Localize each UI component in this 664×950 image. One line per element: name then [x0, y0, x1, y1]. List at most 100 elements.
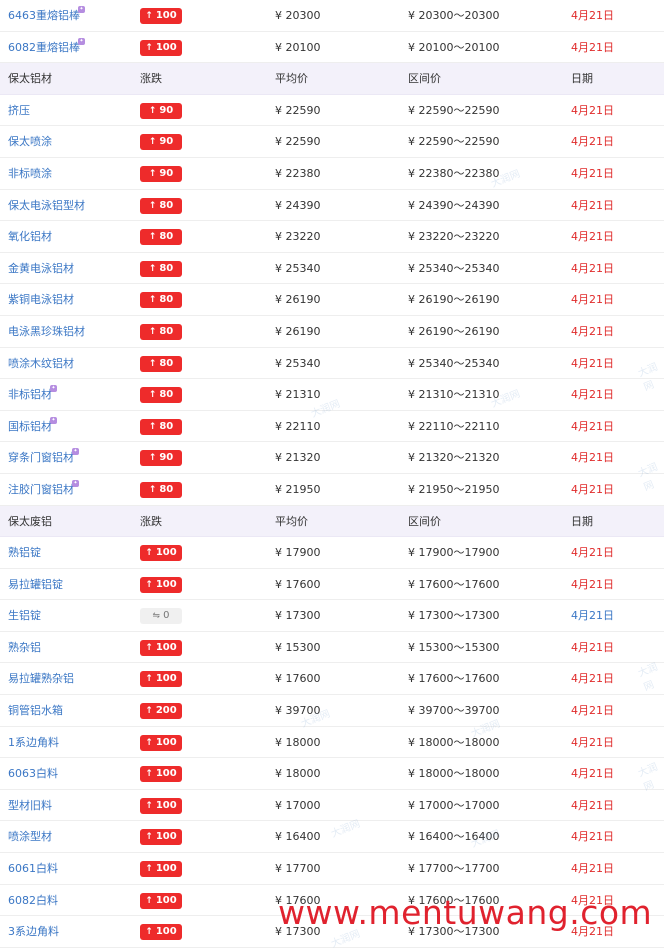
average-price: ¥ 17600: [275, 577, 321, 591]
product-name-link[interactable]: 6463重熔铝棒: [8, 9, 80, 22]
arrow-up-icon: ↑: [145, 832, 153, 843]
table-row: 金黄电泳铝材 ↑ 80 ¥ 25340 ¥ 25340～25340 4月21日: [0, 252, 664, 285]
price-date: 4月21日: [571, 546, 614, 560]
price-date: 4月21日: [571, 40, 614, 54]
average-price: ¥ 21320: [275, 451, 321, 465]
table-row: 6463重熔铝棒✦ ↑ 100 ¥ 20300 ¥ 20300～20300 4月21日: [0, 0, 664, 32]
product-name-link[interactable]: 3系边角料: [8, 925, 59, 938]
product-name-cell[interactable]: 6061白料: [8, 853, 136, 884]
price-change-value: 100: [155, 578, 177, 590]
price-change-badge: ↑ 90: [140, 134, 182, 151]
product-name-cell[interactable]: 保太喷涂: [8, 126, 136, 157]
product-name-cell[interactable]: 非标喷涂: [8, 158, 136, 189]
average-price: ¥ 25340: [275, 261, 321, 275]
product-name-link[interactable]: 氧化铝材: [8, 230, 52, 243]
arrow-up-icon: ↑: [145, 895, 153, 906]
product-name-link[interactable]: 保太喷涂: [8, 135, 52, 148]
price-date: 4月21日: [571, 103, 614, 117]
product-name-cell[interactable]: 1系边角料: [8, 727, 136, 758]
product-name-cell[interactable]: 6463重熔铝棒✦: [8, 0, 136, 31]
product-name-link[interactable]: 穿条门窗铝材: [8, 451, 74, 464]
product-name-cell[interactable]: 3系边角料: [8, 916, 136, 947]
price-change-value: 100: [155, 641, 177, 653]
range-price: ¥ 17000～17000: [408, 798, 500, 812]
header-product: 保太废铝: [8, 514, 52, 528]
product-name-link[interactable]: 生铝锭: [8, 609, 41, 622]
arrow-up-icon: ↑: [145, 11, 153, 21]
product-name-cell[interactable]: 铜管铝水箱: [8, 695, 136, 726]
product-name-cell[interactable]: 熟铝锭: [8, 537, 136, 568]
product-name-link[interactable]: 易拉罐熟杂铝: [8, 672, 74, 685]
arrow-up-icon: ↑: [145, 579, 153, 590]
product-name-link[interactable]: 6061白料: [8, 862, 58, 875]
product-name-link[interactable]: 铜管铝水箱: [8, 704, 63, 717]
average-price: ¥ 23220: [275, 230, 321, 244]
product-name-cell[interactable]: 喷涂木纹铝材: [8, 348, 136, 379]
product-name-link[interactable]: 6082重熔铝棒: [8, 41, 80, 54]
price-change-cell: ↑ 100: [140, 632, 250, 663]
range-price: ¥ 18000～18000: [408, 767, 500, 781]
price-date: 4月21日: [571, 230, 614, 244]
product-name-link[interactable]: 金黄电泳铝材: [8, 262, 74, 275]
price-change-badge: ↑ 100: [140, 671, 182, 688]
product-name-link[interactable]: 熟铝锭: [8, 546, 41, 559]
product-name-cell[interactable]: 6082重熔铝棒✦: [8, 32, 136, 63]
product-name-cell[interactable]: 熟杂铝: [8, 632, 136, 663]
product-name-cell[interactable]: 生铝锭: [8, 600, 136, 631]
product-name-cell[interactable]: 紫铜电泳铝材: [8, 284, 136, 315]
product-name-link[interactable]: 挤压: [8, 104, 30, 117]
product-name-cell[interactable]: 6082白料: [8, 885, 136, 916]
product-name-cell[interactable]: 挤压: [8, 95, 136, 126]
product-name-link[interactable]: 紫铜电泳铝材: [8, 293, 74, 306]
product-name-link[interactable]: 非标铝材: [8, 388, 52, 401]
table-row: 型材旧料 ↑ 100 ¥ 17000 ¥ 17000～17000 4月21日: [0, 789, 664, 822]
product-name-cell[interactable]: 型材旧料: [8, 790, 136, 821]
product-name-link[interactable]: 6082白料: [8, 894, 58, 907]
product-name-cell[interactable]: 穿条门窗铝材✦: [8, 442, 136, 473]
price-date: 4月21日: [571, 482, 614, 496]
vip-badge-icon: ✦: [72, 448, 79, 456]
product-name-cell[interactable]: 6063白料: [8, 758, 136, 789]
product-name-link[interactable]: 电泳黑珍珠铝材: [8, 325, 85, 338]
price-date: 4月21日: [571, 735, 614, 749]
product-name-cell[interactable]: 电泳黑珍珠铝材: [8, 316, 136, 347]
table-row: 非标喷涂 ↑ 90 ¥ 22380 ¥ 22380～22380 4月21日: [0, 157, 664, 190]
product-name-link[interactable]: 型材旧料: [8, 799, 52, 812]
product-name-link[interactable]: 喷涂木纹铝材: [8, 357, 74, 370]
product-name-link[interactable]: 保太电泳铝型材: [8, 199, 85, 212]
product-name-cell[interactable]: 氧化铝材: [8, 221, 136, 252]
price-change-cell: ↑ 100: [140, 916, 250, 947]
product-name-cell[interactable]: 易拉罐熟杂铝: [8, 663, 136, 694]
product-name-link[interactable]: 易拉罐铝锭: [8, 578, 63, 591]
arrow-up-icon: ↑: [148, 295, 157, 306]
product-name-cell[interactable]: 非标铝材✦: [8, 379, 136, 410]
product-name-link[interactable]: 1系边角料: [8, 736, 59, 749]
product-name-link[interactable]: 喷涂型材: [8, 830, 52, 843]
price-change-value: 90: [159, 136, 174, 148]
price-change-cell: ⇋ 0: [140, 600, 250, 631]
product-name-cell[interactable]: 注胶门窗铝材✦: [8, 474, 136, 505]
price-change-cell: ↑ 100: [140, 758, 250, 789]
product-name-cell[interactable]: 金黄电泳铝材: [8, 253, 136, 284]
product-name-link[interactable]: 国标铝材: [8, 420, 52, 433]
product-name-cell[interactable]: 喷涂型材: [8, 821, 136, 852]
price-change-badge: ↑ 100: [140, 545, 182, 562]
product-name-link[interactable]: 6063白料: [8, 767, 58, 780]
price-change-cell: ↑ 100: [140, 32, 250, 63]
range-price: ¥ 15300～15300: [408, 640, 500, 654]
arrow-up-icon: ↑: [145, 927, 153, 938]
product-name-link[interactable]: 熟杂铝: [8, 641, 41, 654]
range-price: ¥ 23220～23220: [408, 230, 500, 244]
product-name-link[interactable]: 非标喷涂: [8, 167, 52, 180]
product-name-link[interactable]: 注胶门窗铝材: [8, 483, 74, 496]
product-name-cell[interactable]: 保太电泳铝型材: [8, 190, 136, 221]
average-price: ¥ 25340: [275, 356, 321, 370]
vip-badge-icon: ✦: [78, 6, 85, 13]
product-name-cell[interactable]: 国标铝材✦: [8, 411, 136, 442]
table-row: 喷涂型材 ↑ 100 ¥ 16400 ¥ 16400～16400 4月21日: [0, 821, 664, 854]
product-name-cell[interactable]: 易拉罐铝锭: [8, 569, 136, 600]
price-date: 4月21日: [571, 672, 614, 686]
range-price: ¥ 26190～26190: [408, 293, 500, 307]
price-change-badge: ↑ 80: [140, 481, 182, 498]
range-price: ¥ 21320～21320: [408, 451, 500, 465]
